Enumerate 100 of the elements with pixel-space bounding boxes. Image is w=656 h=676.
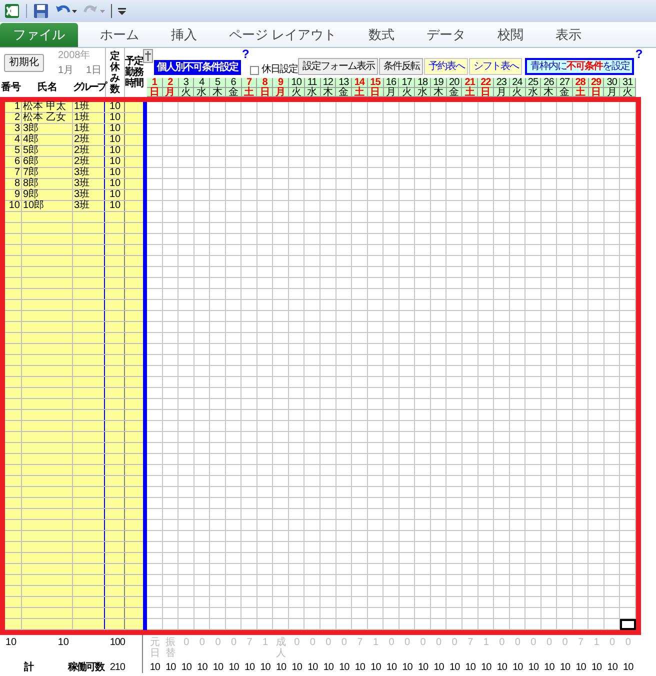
note-cell-text: 1 (592, 637, 600, 648)
day-number-cell: 15 (368, 78, 384, 88)
day-number-cell: 11 (304, 78, 321, 88)
day-number-cell: 13 (336, 78, 352, 88)
day-number-cell: 28 (572, 78, 589, 88)
year-text: 2008年 (58, 51, 90, 61)
note-cell-text: 0 (293, 637, 301, 648)
note-cell-text: 0 (498, 637, 506, 648)
table-cell-text: 10 (108, 113, 122, 124)
day-number-cell: 30 (604, 78, 620, 88)
weekday-cell: 日 (368, 88, 384, 97)
table-cell-text: 9郎 (22, 190, 39, 200)
condition-settings-button[interactable]: 個人別不可条件設定 (154, 60, 241, 75)
weekday-cell: 金 (557, 88, 573, 97)
note-cell-text: 0 (514, 637, 522, 648)
note-cell-text: 0 (561, 637, 569, 648)
note-cell-text: 0 (182, 637, 190, 648)
navigation-button[interactable]: 予約表へ (424, 58, 468, 75)
day-number-cell: 2 (162, 78, 179, 88)
table-cell-text: 10 (432, 661, 445, 673)
weekday-cell: 金 (336, 88, 352, 97)
note-cell-text: 7 (356, 637, 364, 648)
table-cell-text: 6郎 (22, 157, 40, 167)
note-cell-text: 7 (577, 637, 585, 648)
weekday-cell: 火 (399, 88, 416, 97)
sheet-button[interactable]: 設定フォーム表示 (298, 58, 378, 75)
note-cell-text: 0 (388, 637, 396, 648)
table-cell-text: 1班 (73, 124, 91, 134)
weekday-cell: 日 (257, 88, 274, 97)
column-header: 番号 (0, 80, 22, 95)
table-cell-text: 10 (416, 661, 430, 673)
table-cell-text: 10 (385, 661, 398, 673)
weekday-cell: 土 (242, 88, 258, 97)
up-arrow-button[interactable] (143, 49, 153, 63)
note-cell-text: 1 (372, 637, 380, 648)
table-cell-text: 10 (306, 661, 319, 673)
note-cell-text: 0 (324, 637, 332, 648)
note-cell-text: 7 (466, 637, 474, 648)
ribbon-tab[interactable]: ホーム (84, 23, 155, 47)
column-header: 予定勤務時間 (125, 56, 143, 89)
ribbon-tab[interactable]: データ (410, 23, 482, 47)
navigation-button[interactable]: シフト表へ (469, 58, 522, 75)
table-cell-text: 1班 (73, 102, 91, 112)
note-cell-text: 0 (230, 637, 238, 648)
ribbon-tab[interactable]: 表示 (540, 23, 598, 47)
day-number-cell: 7 (242, 78, 258, 88)
day-number-cell: 4 (194, 78, 210, 88)
day-number-cell: 8 (257, 78, 274, 88)
weekday-cell: 火 (510, 88, 526, 97)
note-cell: 成人 (276, 637, 286, 659)
weekday-cell: 木 (210, 88, 226, 97)
instruction-label: 青枠内に不可条件を設定 (525, 58, 634, 75)
cell-cursor (620, 619, 636, 630)
weekday-cell: 火 (620, 88, 636, 97)
ribbon-tab[interactable]: ファイル (0, 23, 78, 47)
note-cell-text: 0 (308, 637, 316, 648)
sheet-button[interactable]: 条件反転 (379, 58, 424, 75)
spreadsheet-app-icon (4, 3, 20, 19)
table-cell-text: 10 (322, 661, 334, 673)
day-number-cell: 21 (462, 78, 478, 88)
table-cell-text: 10 (543, 661, 556, 673)
weekday-cell: 木 (430, 88, 447, 97)
ribbon-tab[interactable]: 挿入 (155, 23, 213, 47)
help-link[interactable]: ? (242, 48, 250, 60)
table-cell-text: 2 (13, 113, 21, 124)
table-cell-text: 2班 (73, 157, 91, 167)
table-cell-text: 10 (448, 661, 461, 673)
table-cell-text: 10 (243, 661, 256, 673)
day-number-cell: 24 (510, 78, 526, 88)
table-cell-text: 松本 甲太 (22, 102, 67, 112)
help-link[interactable]: ? (635, 48, 643, 60)
ribbon-tab[interactable]: 数式 (352, 23, 411, 47)
table-cell-text: 10 (108, 179, 122, 190)
note-cell-text: 0 (214, 637, 222, 648)
table-cell-text: 10 (275, 661, 288, 673)
table-cell-text: 10 (512, 661, 524, 673)
customize-dropdown-icon[interactable] (118, 6, 126, 16)
day-number-cell: 16 (384, 78, 400, 88)
table-cell-text: 10 (4, 636, 18, 650)
table-cell-text: 4 (13, 135, 21, 146)
table-cell-text: 3班 (73, 201, 91, 212)
note-cell-text: 0 (435, 637, 443, 648)
weekday-cell: 水 (415, 88, 431, 97)
table-cell-text: 10 (259, 661, 272, 673)
table-cell-text: 10 (401, 661, 414, 673)
table-cell-text: 10 (527, 661, 540, 673)
save-icon[interactable] (33, 3, 49, 19)
table-cell-text: 10 (108, 157, 122, 168)
day-number-cell: 6 (226, 78, 242, 88)
ribbon-tab[interactable]: ページ レイアウト (213, 23, 353, 47)
table-cell-text: 10 (354, 661, 366, 673)
holiday-checkbox[interactable]: 休日設定 (250, 65, 298, 75)
table-cell-text: 10 (108, 135, 122, 146)
ribbon-tab[interactable]: 校閲 (482, 23, 540, 47)
note-cell-text: 0 (530, 637, 538, 648)
reset-button[interactable]: 初期化 (4, 54, 44, 72)
column-header: 氏名 (36, 80, 58, 95)
weekday-cell: 火 (178, 88, 194, 97)
table-cell-text: 10 (606, 661, 618, 673)
table-cell-text: 10 (108, 124, 122, 135)
